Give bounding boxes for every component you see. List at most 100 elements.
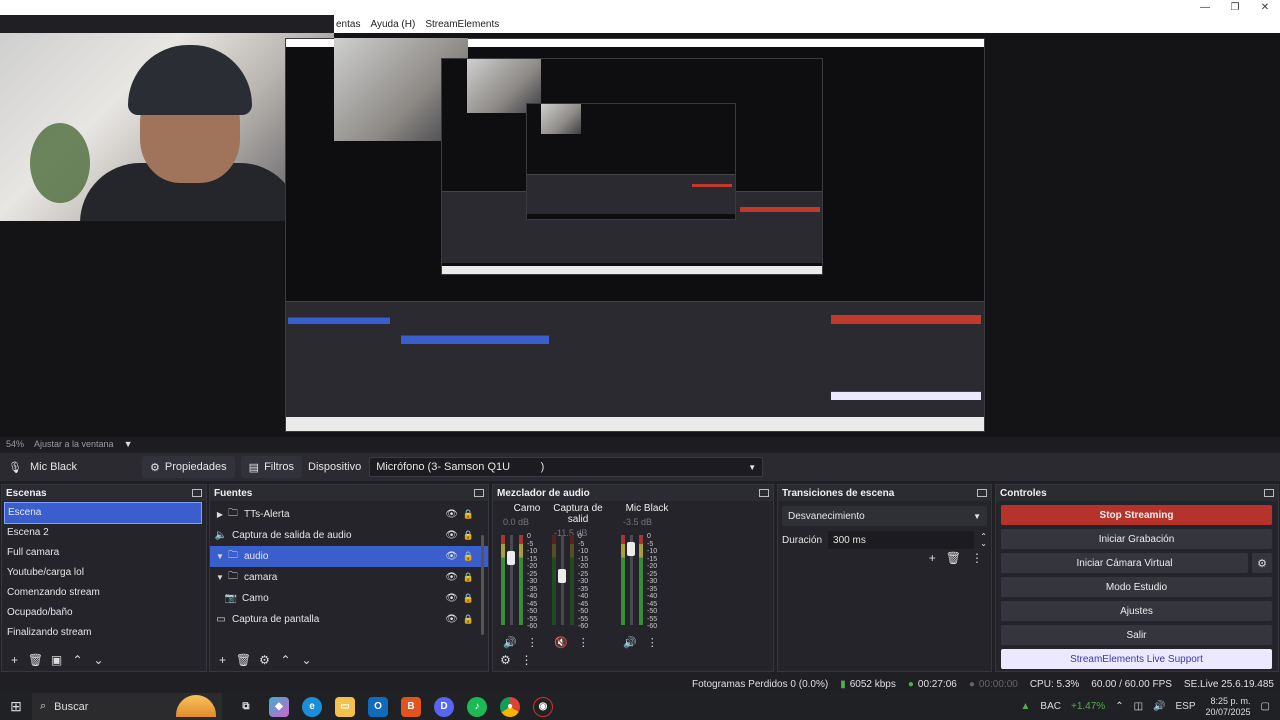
undock-icon[interactable] [759, 489, 769, 497]
device-select[interactable]: Micrófono (3- Samson Q1U ) ▼ [369, 457, 764, 477]
task-view-icon[interactable]: ⧉ [236, 697, 256, 717]
trash-icon[interactable]: 🗑 [235, 652, 252, 669]
more-icon[interactable]: ⋮ [578, 636, 589, 649]
notification-icon[interactable]: ▢ [1261, 701, 1270, 712]
virtual-camera-button[interactable]: Iniciar Cámara Virtual [1001, 553, 1248, 573]
more-icon[interactable]: ⋮ [971, 551, 983, 565]
windows-start-icon[interactable]: ⊞ [0, 698, 32, 715]
stream-preview[interactable] [0, 33, 1280, 437]
chevron-right-icon[interactable]: ▶ [214, 510, 226, 519]
fit-to-window-select[interactable]: Ajustar a la ventana [34, 439, 114, 449]
arrow-up-icon[interactable]: ⌃ [277, 652, 294, 669]
discord-icon[interactable]: D [434, 696, 454, 717]
filter-icon[interactable]: ▣ [48, 652, 65, 669]
exit-button[interactable]: Salir [1001, 625, 1272, 645]
menu-item-help[interactable]: Ayuda (H) [370, 19, 415, 30]
more-icon[interactable]: ⋮ [527, 636, 538, 649]
clock[interactable]: 8:25 p. m. 20/07/2025 [1206, 696, 1251, 718]
start-recording-button[interactable]: Iniciar Grabación [1001, 529, 1272, 549]
chrome-icon[interactable]: ● [500, 696, 520, 717]
fader-handle[interactable] [558, 568, 566, 583]
live-support-button[interactable]: StreamElements Live Support [1001, 649, 1272, 669]
source-item[interactable]: ▼ 🗀 camara 👁 🔒 [210, 567, 488, 588]
stop-streaming-button[interactable]: Stop Streaming [1001, 505, 1272, 525]
maximize-button[interactable]: ❐ [1220, 0, 1250, 15]
stock-ticker[interactable]: BAC [1040, 701, 1061, 712]
settings-button[interactable]: Ajustes [1001, 601, 1272, 621]
arrow-down-icon[interactable]: ⌄ [90, 652, 107, 669]
source-item[interactable]: ▶ 🗀 TTs-Alerta 👁 🔒 [210, 504, 488, 525]
eye-icon[interactable]: 👁 [445, 551, 458, 562]
scene-item[interactable]: Escena 2 [2, 523, 206, 543]
undock-icon[interactable] [192, 489, 202, 497]
transition-select[interactable]: Desvanecimiento ▼ [782, 506, 987, 526]
properties-button[interactable]: ⚙ Propiedades [142, 456, 235, 478]
language-indicator[interactable]: ESP [1175, 701, 1195, 712]
scene-item[interactable]: Youtube/carga lol [2, 563, 206, 583]
eye-icon[interactable]: 👁 [445, 593, 458, 604]
lock-icon[interactable]: 🔒 [463, 509, 474, 520]
taskbar-search[interactable]: ⌕ Buscar [32, 693, 222, 720]
scene-item[interactable]: Escena [4, 502, 202, 524]
fader-handle[interactable] [507, 550, 515, 565]
lock-icon[interactable]: 🔒 [463, 551, 474, 562]
spotify-icon[interactable]: ♪ [467, 696, 487, 717]
trash-icon[interactable]: 🗑 [27, 652, 44, 669]
outlook-icon[interactable]: O [368, 696, 388, 717]
gear-icon[interactable]: ⚙ [497, 652, 514, 669]
brave-icon[interactable]: B [401, 696, 421, 717]
scene-item[interactable]: Finalizando stream [2, 623, 206, 643]
trash-icon[interactable]: 🗑 [946, 551, 961, 565]
eye-icon[interactable]: 👁 [445, 614, 458, 625]
chevron-up-icon[interactable]: ⌃ [1115, 701, 1123, 712]
chevron-down-icon[interactable]: ▼ [214, 573, 226, 582]
eye-icon[interactable]: 👁 [445, 509, 458, 520]
volume-fader[interactable] [510, 535, 513, 625]
lock-icon[interactable]: 🔒 [463, 614, 474, 625]
eye-icon[interactable]: 👁 [445, 572, 458, 583]
edge-icon[interactable]: e [302, 696, 322, 717]
minimize-button[interactable]: — [1190, 0, 1220, 15]
fader-handle[interactable] [627, 541, 635, 556]
lock-icon[interactable]: 🔒 [463, 530, 474, 541]
scene-item[interactable]: Comenzando stream [2, 583, 206, 603]
arrow-down-icon[interactable]: ⌄ [298, 652, 315, 669]
more-icon[interactable]: ⋮ [518, 652, 535, 669]
menu-item-streamelements[interactable]: StreamElements [425, 19, 499, 30]
source-item[interactable]: ▭ Captura de pantalla 👁 🔒 [210, 609, 488, 630]
close-button[interactable]: ✕ [1250, 0, 1280, 15]
studio-mode-button[interactable]: Modo Estudio [1001, 577, 1272, 597]
scene-item[interactable]: Full camara [2, 543, 206, 563]
speaker-icon[interactable]: 🔊 [623, 636, 637, 649]
eye-icon[interactable]: 👁 [445, 530, 458, 541]
undock-icon[interactable] [977, 489, 987, 497]
menu-item-tools[interactable]: entas [336, 19, 360, 30]
undock-icon[interactable] [474, 489, 484, 497]
volume-icon[interactable]: 🔊 [1153, 701, 1165, 712]
gear-icon[interactable]: ⚙ [1252, 553, 1272, 573]
chevron-down-icon[interactable]: ▼ [214, 552, 226, 561]
source-item[interactable]: 🔈 Captura de salida de audio 👁 🔒 [210, 525, 488, 546]
speaker-icon[interactable]: 🔊 [503, 636, 517, 649]
network-icon[interactable]: ◫ [1134, 701, 1143, 712]
lock-icon[interactable]: 🔒 [463, 593, 474, 604]
more-icon[interactable]: ⋮ [647, 636, 658, 649]
lock-icon[interactable]: 🔒 [463, 572, 474, 583]
add-icon[interactable]: + [214, 652, 231, 669]
obs-icon[interactable]: ◉ [533, 696, 553, 717]
scrollbar[interactable] [481, 535, 484, 635]
copilot-icon[interactable]: ◆ [269, 696, 289, 717]
spinner-icon[interactable]: ⌃ ⌄ [980, 533, 987, 548]
filters-button[interactable]: ▤ Filtros [240, 456, 303, 478]
add-icon[interactable]: + [6, 652, 23, 669]
source-item[interactable]: ▼ 🗀 audio 👁 🔒 [210, 546, 488, 567]
source-item[interactable]: 📷 Camo 👁 🔒 [210, 588, 488, 609]
add-icon[interactable]: + [929, 551, 936, 565]
scene-item[interactable]: Ocupado/baño [2, 603, 206, 623]
undock-icon[interactable] [1264, 489, 1274, 497]
gear-icon[interactable]: ⚙ [256, 652, 273, 669]
muted-speaker-icon[interactable]: 🔇 [554, 636, 568, 649]
arrow-up-icon[interactable]: ⌃ [69, 652, 86, 669]
file-explorer-icon[interactable]: ▭ [335, 696, 355, 717]
chevron-down-icon[interactable]: ▼ [124, 439, 133, 449]
